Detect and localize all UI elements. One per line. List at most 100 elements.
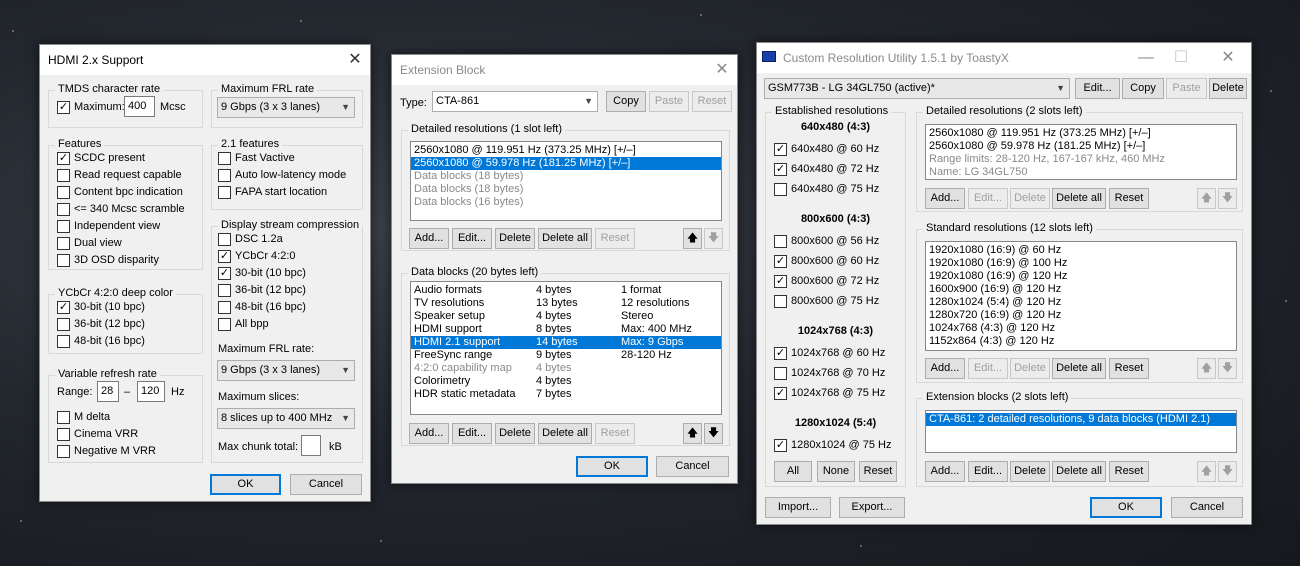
add-button[interactable]: Add... bbox=[925, 358, 965, 379]
delete-button[interactable]: Delete bbox=[495, 228, 535, 249]
delete-button[interactable]: Delete bbox=[1010, 188, 1050, 209]
maximum-checkbox[interactable]: ✓ bbox=[57, 101, 70, 114]
list-item[interactable]: Data blocks (18 bytes) bbox=[411, 183, 721, 196]
checkbox[interactable]: ✓ bbox=[774, 163, 787, 176]
edit-button[interactable]: Edit... bbox=[968, 188, 1008, 209]
reset-button[interactable]: Reset bbox=[595, 423, 635, 444]
list-item[interactable]: HDMI support 8 bytes Max: 400 MHz bbox=[411, 323, 721, 336]
checkbox[interactable]: ✓ bbox=[774, 347, 787, 360]
list-item[interactable]: 1920x1080 (16:9) @ 120 Hz bbox=[926, 270, 1236, 283]
add-button[interactable]: Add... bbox=[409, 423, 449, 444]
delete-all-button[interactable]: Delete all bbox=[1052, 188, 1106, 209]
cancel-button[interactable]: Cancel bbox=[656, 456, 729, 477]
detailed-resolutions-list[interactable]: 2560x1080 @ 119.951 Hz (373.25 MHz) [+/–… bbox=[410, 141, 722, 221]
vrr-min-input[interactable]: 28 bbox=[97, 381, 119, 402]
close-icon[interactable]: ✕ bbox=[1213, 43, 1243, 73]
checkbox[interactable]: ✓ bbox=[774, 275, 787, 288]
max-chunk-input[interactable] bbox=[301, 435, 321, 456]
checkbox[interactable]: ✓ bbox=[57, 152, 70, 165]
checkbox[interactable] bbox=[57, 428, 70, 441]
max-slices-select[interactable]: 8 slices up to 400 MHz ▼ bbox=[217, 408, 355, 429]
list-item[interactable]: FreeSync range 9 bytes 28-120 Hz bbox=[411, 349, 721, 362]
move-down-button[interactable]: 🡇 bbox=[1218, 461, 1237, 482]
delete-button[interactable]: Delete bbox=[1010, 461, 1050, 482]
list-item[interactable]: 2560x1080 @ 119.951 Hz (373.25 MHz) [+/–… bbox=[411, 144, 721, 157]
list-item[interactable]: 2560x1080 @ 119.951 Hz (373.25 MHz) [+/–… bbox=[926, 127, 1236, 140]
reset-button[interactable]: Reset bbox=[1109, 461, 1149, 482]
checkbox[interactable] bbox=[57, 237, 70, 250]
frl-rate-select[interactable]: 9 Gbps (3 x 3 lanes) ▼ bbox=[217, 97, 355, 118]
none-button[interactable]: None bbox=[817, 461, 855, 482]
checkbox[interactable] bbox=[57, 169, 70, 182]
checkbox[interactable] bbox=[57, 220, 70, 233]
ok-button[interactable]: OK bbox=[576, 456, 648, 477]
edit-monitor-button[interactable]: Edit... bbox=[1075, 78, 1120, 99]
delete-all-button[interactable]: Delete all bbox=[538, 228, 592, 249]
reset-button[interactable]: Reset bbox=[859, 461, 897, 482]
list-item[interactable]: 1024x768 (4:3) @ 120 Hz bbox=[926, 322, 1236, 335]
checkbox[interactable] bbox=[218, 169, 231, 182]
checkbox[interactable] bbox=[218, 301, 231, 314]
title-bar[interactable]: Custom Resolution Utility 1.5.1 by Toast… bbox=[757, 43, 1251, 73]
list-item[interactable]: 1280x1024 (5:4) @ 120 Hz bbox=[926, 296, 1236, 309]
checkbox[interactable]: ✓ bbox=[218, 267, 231, 280]
title-bar[interactable]: HDMI 2.x Support ✕ bbox=[40, 45, 370, 75]
checkbox[interactable] bbox=[218, 318, 231, 331]
dsc-frl-select[interactable]: 9 Gbps (3 x 3 lanes) ▼ bbox=[217, 360, 355, 381]
move-up-button[interactable]: 🡅 bbox=[1197, 358, 1216, 379]
list-item[interactable]: HDMI 2.1 support 14 bytes Max: 9 Gbps bbox=[411, 336, 721, 349]
checkbox[interactable] bbox=[218, 233, 231, 246]
close-icon[interactable]: ✕ bbox=[340, 45, 370, 75]
checkbox[interactable] bbox=[57, 335, 70, 348]
checkbox[interactable] bbox=[218, 284, 231, 297]
list-item[interactable]: 1600x900 (16:9) @ 120 Hz bbox=[926, 283, 1236, 296]
checkbox[interactable] bbox=[774, 367, 787, 380]
reset-button[interactable]: Reset bbox=[1109, 358, 1149, 379]
move-down-button[interactable]: 🡇 bbox=[704, 228, 723, 249]
list-item[interactable]: Data blocks (18 bytes) bbox=[411, 170, 721, 183]
type-select[interactable]: CTA-861 ▼ bbox=[432, 91, 598, 112]
minimize-icon[interactable]: — bbox=[1131, 43, 1161, 73]
move-up-button[interactable]: 🡅 bbox=[683, 423, 702, 444]
checkbox[interactable] bbox=[774, 235, 787, 248]
title-bar[interactable]: Extension Block ✕ bbox=[392, 55, 737, 85]
move-down-button[interactable]: 🡇 bbox=[704, 423, 723, 444]
detailed-resolutions-list[interactable]: 2560x1080 @ 119.951 Hz (373.25 MHz) [+/–… bbox=[925, 124, 1237, 180]
add-button[interactable]: Add... bbox=[925, 461, 965, 482]
all-button[interactable]: All bbox=[774, 461, 812, 482]
edit-button[interactable]: Edit... bbox=[968, 358, 1008, 379]
extension-blocks-list[interactable]: CTA-861: 2 detailed resolutions, 9 data … bbox=[925, 410, 1237, 453]
move-down-button[interactable]: 🡇 bbox=[1218, 358, 1237, 379]
move-up-button[interactable]: 🡅 bbox=[683, 228, 702, 249]
list-item[interactable]: TV resolutions 13 bytes 12 resolutions bbox=[411, 297, 721, 310]
paste-button[interactable]: Paste bbox=[649, 91, 689, 112]
tmds-max-input[interactable]: 400 bbox=[124, 96, 155, 117]
list-item[interactable]: Colorimetry 4 bytes bbox=[411, 375, 721, 388]
reset-button[interactable]: Reset bbox=[595, 228, 635, 249]
edit-button[interactable]: Edit... bbox=[452, 228, 492, 249]
checkbox[interactable] bbox=[57, 254, 70, 267]
copy-button[interactable]: Copy bbox=[606, 91, 646, 112]
checkbox[interactable] bbox=[218, 186, 231, 199]
checkbox[interactable]: ✓ bbox=[218, 250, 231, 263]
add-button[interactable]: Add... bbox=[409, 228, 449, 249]
paste-button[interactable]: Paste bbox=[1166, 78, 1207, 99]
checkbox[interactable]: ✓ bbox=[774, 439, 787, 452]
ok-button[interactable]: OK bbox=[1090, 497, 1162, 518]
list-item[interactable]: 4:2:0 capability map 4 bytes bbox=[411, 362, 721, 375]
standard-resolutions-list[interactable]: 1920x1080 (16:9) @ 60 Hz 1920x1080 (16:9)… bbox=[925, 241, 1237, 351]
checkbox[interactable] bbox=[774, 183, 787, 196]
import-button[interactable]: Import... bbox=[765, 497, 831, 518]
maximize-icon[interactable]: ☐ bbox=[1166, 43, 1196, 73]
delete-button[interactable]: Delete bbox=[495, 423, 535, 444]
edit-button[interactable]: Edit... bbox=[452, 423, 492, 444]
list-item[interactable]: 1152x864 (4:3) @ 120 Hz bbox=[926, 335, 1236, 348]
move-down-button[interactable]: 🡇 bbox=[1218, 188, 1237, 209]
reset-button[interactable]: Reset bbox=[1109, 188, 1149, 209]
ok-button[interactable]: OK bbox=[210, 474, 281, 495]
checkbox[interactable] bbox=[218, 152, 231, 165]
checkbox[interactable] bbox=[57, 411, 70, 424]
list-item[interactable]: Speaker setup 4 bytes Stereo bbox=[411, 310, 721, 323]
cancel-button[interactable]: Cancel bbox=[1171, 497, 1243, 518]
list-item[interactable]: CTA-861: 2 detailed resolutions, 9 data … bbox=[926, 413, 1236, 426]
